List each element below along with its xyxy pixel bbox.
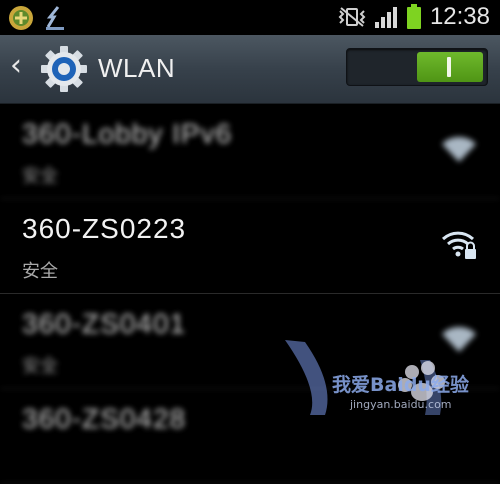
- vibrate-mode-icon: [338, 7, 366, 27]
- network-ssid: 360-ZS0223: [22, 213, 187, 244]
- list-item-network[interactable]: 360-ZS0401 安全: [0, 294, 500, 389]
- toggle-on-bar-icon: [447, 57, 451, 77]
- network-ssid: 360-Lobby IPv6: [22, 118, 233, 149]
- status-bar: 12:38: [0, 0, 500, 35]
- signal-strength-icon: [374, 7, 397, 28]
- wifi-locked-icon: [441, 231, 476, 259]
- list-item-network[interactable]: 360-Lobby IPv6 安全: [0, 104, 500, 199]
- network-security: 安全: [22, 261, 58, 282]
- list-item-network[interactable]: 360-ZS0428: [0, 389, 500, 484]
- wifi-locked-icon: [442, 136, 476, 162]
- network-ssid: 360-ZS0401: [22, 308, 187, 339]
- wlan-header: ‹ WLAN: [0, 35, 500, 104]
- network-ssid: 360-ZS0428: [22, 403, 187, 434]
- wifi-locked-icon: [442, 326, 476, 352]
- toggle-on-indicator: [417, 52, 483, 82]
- list-item-network[interactable]: 360-ZS0223 安全: [0, 199, 500, 294]
- page-title: WLAN: [98, 53, 176, 83]
- wlan-toggle[interactable]: [346, 48, 488, 86]
- status-time: 12:38: [429, 3, 490, 30]
- network-security: 安全: [22, 166, 58, 187]
- network-list: 360-Lobby IPv6 安全 360-ZS0223 安全 360-ZS04…: [0, 104, 500, 484]
- download-icon: [46, 6, 64, 30]
- network-security: 安全: [22, 356, 58, 377]
- gear-icon[interactable]: [40, 45, 88, 93]
- battery-icon: [406, 4, 421, 29]
- back-chevron-icon[interactable]: ‹: [10, 51, 22, 81]
- app-notification-icon: [9, 6, 33, 30]
